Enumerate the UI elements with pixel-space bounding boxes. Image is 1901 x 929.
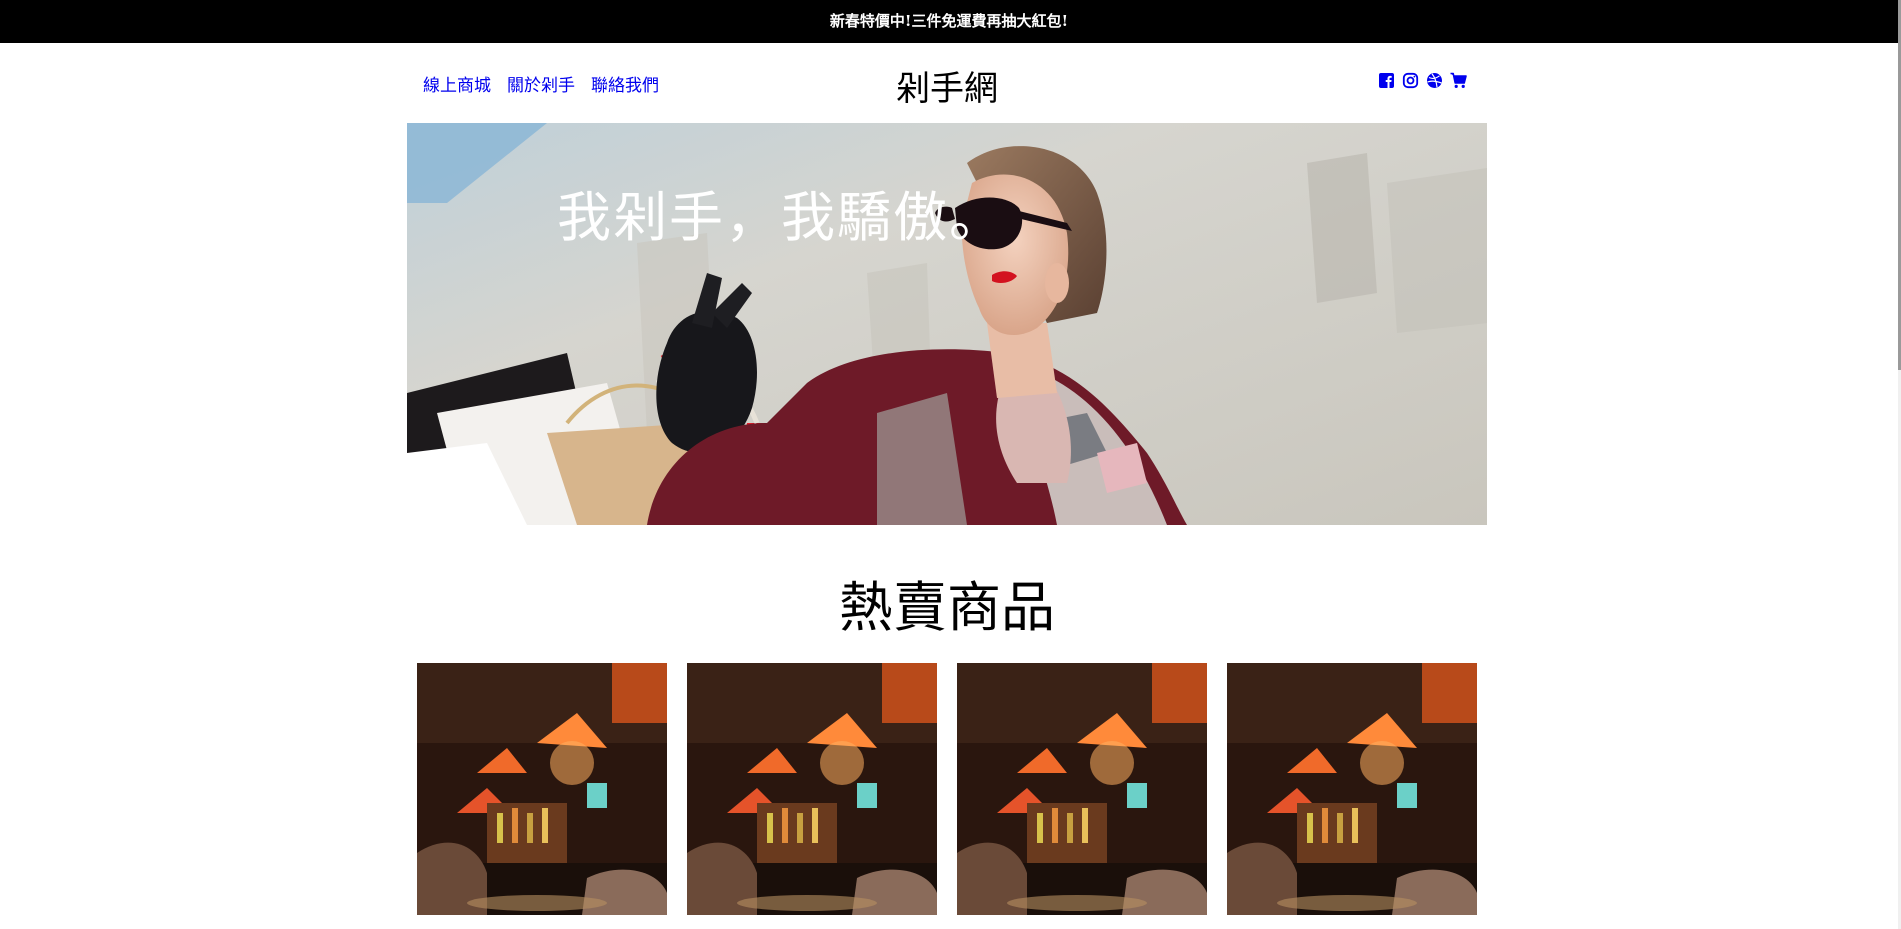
- hero-banner: 我剁手，我驕傲。: [407, 123, 1487, 525]
- site-header: 線上商城 關於剁手 聯絡我們 剁手網: [407, 43, 1487, 123]
- promo-text: 新春特價中!三件免運費再抽大紅包!: [829, 12, 1069, 30]
- product-image: [687, 663, 937, 915]
- header-icons: [1378, 72, 1467, 89]
- promo-bar: 新春特價中!三件免運費再抽大紅包!: [0, 0, 1898, 43]
- section-title: 熱賣商品: [839, 576, 1055, 639]
- product-grid: [417, 663, 1477, 915]
- product-image: [957, 663, 1207, 915]
- site-title[interactable]: 剁手網: [407, 61, 1487, 110]
- product-card[interactable]: [957, 663, 1207, 915]
- cart-icon[interactable]: [1450, 72, 1467, 89]
- page: 新春特價中!三件免運費再抽大紅包! 線上商城 關於剁手 聯絡我們 剁手網 我剁手…: [0, 0, 1901, 929]
- product-card[interactable]: [417, 663, 667, 915]
- facebook-icon[interactable]: [1378, 72, 1395, 89]
- product-card[interactable]: [1227, 663, 1477, 915]
- dribbble-icon[interactable]: [1426, 72, 1443, 89]
- instagram-icon[interactable]: [1402, 72, 1419, 89]
- product-image: [417, 663, 667, 915]
- hero-slogan: 我剁手，我驕傲。: [557, 186, 1005, 249]
- product-image: [1227, 663, 1477, 915]
- product-card[interactable]: [687, 663, 937, 915]
